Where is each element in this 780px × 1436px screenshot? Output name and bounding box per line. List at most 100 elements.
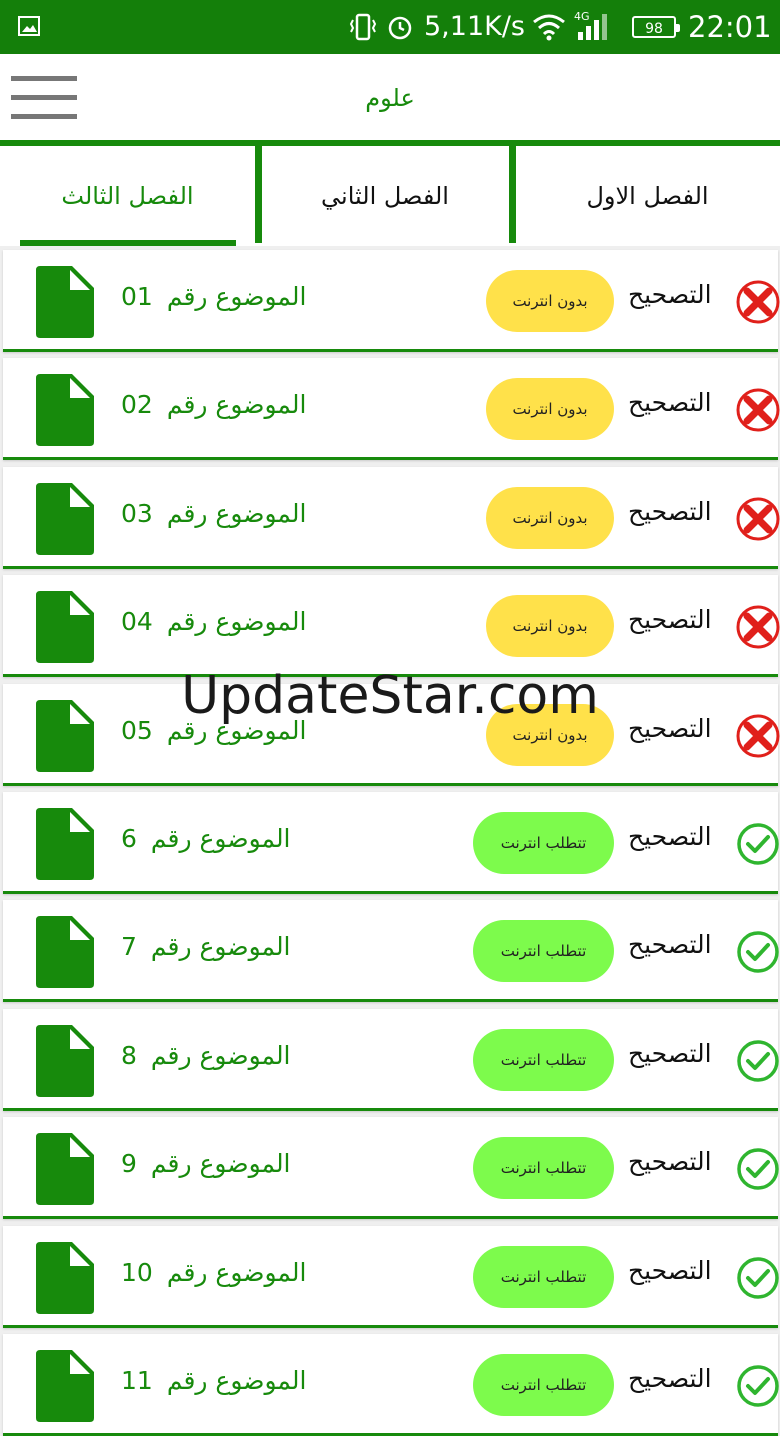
topic-prefix: الموضوع رقم xyxy=(150,1041,291,1070)
topic-row[interactable]: 03 الموضوع رقم بدون انترنت التصحيح xyxy=(3,467,780,569)
correction-label[interactable]: التصحيح xyxy=(628,822,712,851)
clock: 22:01 xyxy=(688,10,772,44)
wifi-icon xyxy=(533,14,565,41)
document-icon xyxy=(36,1350,94,1422)
topic-title: 02 الموضوع رقم xyxy=(121,390,306,419)
topic-prefix: الموضوع رقم xyxy=(150,1149,291,1178)
topic-number: 10 xyxy=(121,1258,153,1287)
x-circle-icon xyxy=(736,280,780,324)
topic-row[interactable]: 11 الموضوع رقم تتطلب انترنت التصحيح xyxy=(3,1334,779,1436)
vibrate-icon xyxy=(349,13,377,41)
semester-tabs: الفصل الاول الفصل الثاني الفصل الثالث xyxy=(0,146,780,246)
tab-divider xyxy=(255,146,262,243)
offline-badge[interactable]: بدون انترنت xyxy=(486,595,614,657)
document-icon xyxy=(36,591,94,663)
topic-number: 03 xyxy=(121,499,153,528)
topic-title: 7 الموضوع رقم xyxy=(121,932,291,961)
topic-title: 9 الموضوع رقم xyxy=(121,1149,291,1178)
tab-second-semester[interactable]: الفصل الثاني xyxy=(261,146,509,246)
check-circle-icon xyxy=(737,1148,779,1190)
correction-label[interactable]: التصحيح xyxy=(628,930,712,959)
topic-title: 6 الموضوع رقم xyxy=(121,824,291,853)
online-badge[interactable]: تتطلب انترنت xyxy=(473,1137,614,1199)
topic-number: 04 xyxy=(121,607,153,636)
check-circle-icon xyxy=(737,823,779,865)
topic-row[interactable]: 01 الموضوع رقم بدون انترنت التصحيح xyxy=(3,250,780,352)
check-circle-icon xyxy=(737,1365,779,1407)
topic-title: 01 الموضوع رقم xyxy=(121,282,306,311)
topic-row[interactable]: 6 الموضوع رقم تتطلب انترنت التصحيح xyxy=(3,792,779,894)
topic-row[interactable]: 7 الموضوع رقم تتطلب انترنت التصحيح xyxy=(3,900,779,1002)
check-circle-icon xyxy=(737,1040,779,1082)
topic-row[interactable]: 9 الموضوع رقم تتطلب انترنت التصحيح xyxy=(3,1117,779,1219)
topic-number: 7 xyxy=(121,932,137,961)
online-badge[interactable]: تتطلب انترنت xyxy=(473,1029,614,1091)
topic-row[interactable]: 02 الموضوع رقم بدون انترنت التصحيح xyxy=(3,358,780,460)
correction-label[interactable]: التصحيح xyxy=(628,1364,712,1393)
app-bar: علوم xyxy=(0,54,780,142)
online-badge[interactable]: تتطلب انترنت xyxy=(473,1246,614,1308)
topic-prefix: الموضوع رقم xyxy=(150,824,291,853)
correction-label[interactable]: التصحيح xyxy=(628,1256,712,1285)
topic-prefix: الموضوع رقم xyxy=(166,499,307,528)
tab-first-semester[interactable]: الفصل الاول xyxy=(515,146,780,246)
document-icon xyxy=(36,1133,94,1205)
topic-prefix: الموضوع رقم xyxy=(150,932,291,961)
document-icon xyxy=(36,374,94,446)
gallery-icon xyxy=(18,16,40,36)
correction-label[interactable]: التصحيح xyxy=(628,605,712,634)
correction-label[interactable]: التصحيح xyxy=(628,388,712,417)
topic-row[interactable]: 8 الموضوع رقم تتطلب انترنت التصحيح xyxy=(3,1009,779,1111)
status-bar: 5,11K/s 4G 98 22:01 xyxy=(0,0,780,54)
correction-label[interactable]: التصحيح xyxy=(628,1147,712,1176)
correction-label[interactable]: التصحيح xyxy=(628,280,712,309)
online-badge[interactable]: تتطلب انترنت xyxy=(473,812,614,874)
online-badge[interactable]: تتطلب انترنت xyxy=(473,1354,614,1416)
topic-row[interactable]: 10 الموضوع رقم تتطلب انترنت التصحيح xyxy=(3,1226,779,1328)
battery-icon: 98 xyxy=(632,16,680,38)
active-tab-indicator xyxy=(20,240,236,246)
offline-badge[interactable]: بدون انترنت xyxy=(486,378,614,440)
topic-number: 6 xyxy=(121,824,137,853)
online-badge[interactable]: تتطلب انترنت xyxy=(473,920,614,982)
topic-number: 8 xyxy=(121,1041,137,1070)
document-icon xyxy=(36,266,94,338)
offline-badge[interactable]: بدون انترنت xyxy=(486,487,614,549)
correction-label[interactable]: التصحيح xyxy=(628,1039,712,1068)
tab-third-semester[interactable]: الفصل الثالث xyxy=(0,146,255,246)
x-circle-icon xyxy=(736,497,780,541)
network-speed: 5,11K/s xyxy=(424,11,525,42)
document-icon xyxy=(36,1025,94,1097)
battery-level: 98 xyxy=(645,21,663,37)
topic-title: 03 الموضوع رقم xyxy=(121,499,306,528)
page-title: علوم xyxy=(365,84,415,112)
alarm-icon xyxy=(388,16,412,40)
check-circle-icon xyxy=(737,1257,779,1299)
status-icons-right: 4G 98 xyxy=(532,10,680,42)
document-icon xyxy=(36,1242,94,1314)
topic-title: 11 الموضوع رقم xyxy=(121,1366,306,1395)
topic-number: 11 xyxy=(121,1366,153,1395)
topic-prefix: الموضوع رقم xyxy=(166,390,307,419)
tab-divider xyxy=(509,146,516,243)
topic-title: 10 الموضوع رقم xyxy=(121,1258,306,1287)
topic-prefix: الموضوع رقم xyxy=(166,1366,307,1395)
topic-number: 01 xyxy=(121,282,153,311)
check-circle-icon xyxy=(737,931,779,973)
status-icons xyxy=(348,12,414,42)
topic-number: 9 xyxy=(121,1149,137,1178)
offline-badge[interactable]: بدون انترنت xyxy=(486,270,614,332)
topic-row[interactable]: 04 الموضوع رقم بدون انترنت التصحيح xyxy=(3,575,780,677)
correction-label[interactable]: التصحيح xyxy=(628,497,712,526)
signal-icon: 4G xyxy=(574,10,616,42)
topic-prefix: الموضوع رقم xyxy=(166,607,307,636)
document-icon xyxy=(36,483,94,555)
topic-prefix: الموضوع رقم xyxy=(166,1258,307,1287)
topic-number: 02 xyxy=(121,390,153,419)
watermark: UpdateStar.com xyxy=(181,666,599,726)
document-icon xyxy=(36,916,94,988)
x-circle-icon xyxy=(736,388,780,432)
x-circle-icon xyxy=(736,605,780,649)
document-icon xyxy=(36,808,94,880)
topic-prefix: الموضوع رقم xyxy=(166,282,307,311)
